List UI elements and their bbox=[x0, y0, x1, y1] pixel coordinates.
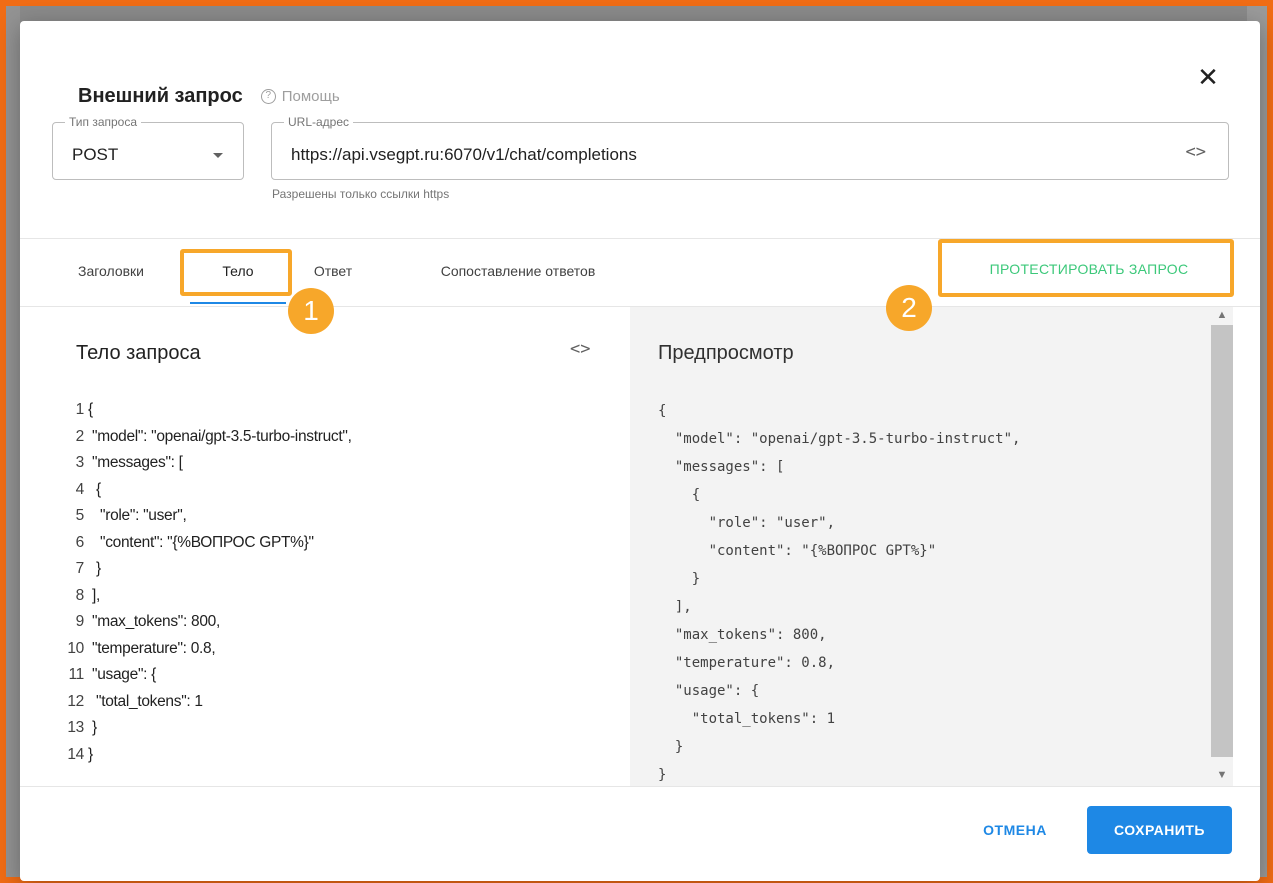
code-line: 3 "messages": [ bbox=[54, 450, 352, 477]
code-icon[interactable]: <> bbox=[1186, 142, 1206, 162]
url-input[interactable]: URL-адрес https://api.vsegpt.ru:6070/v1/… bbox=[271, 115, 1229, 180]
preview-line: "model": "openai/gpt-3.5-turbo-instruct"… bbox=[658, 431, 1021, 447]
help-link[interactable]: ? Помощь bbox=[260, 87, 340, 105]
active-tab-indicator bbox=[190, 302, 286, 304]
code-line: 12 "total_tokens": 1 bbox=[54, 689, 352, 716]
code-line: 5 "role": "user", bbox=[54, 503, 352, 530]
line-number: 13 bbox=[67, 719, 84, 736]
help-icon: ? bbox=[260, 88, 276, 104]
request-body-editor[interactable]: Тело запроса <> 1{ 2 "model": "openai/gp… bbox=[20, 307, 630, 786]
preview-line: { bbox=[658, 403, 667, 419]
preview-line: "usage": { bbox=[658, 683, 760, 699]
code-line: 7 } bbox=[54, 556, 352, 583]
preview-line: } bbox=[658, 767, 667, 783]
close-icon[interactable]: ✕ bbox=[1192, 61, 1224, 93]
code-line: 1{ bbox=[54, 397, 352, 424]
preview-line: } bbox=[658, 571, 701, 587]
preview-scrollbar[interactable]: ▲ ▼ bbox=[1211, 307, 1233, 786]
url-label: URL-адрес bbox=[284, 115, 354, 129]
line-text: { bbox=[88, 480, 101, 498]
line-text: "model": "openai/gpt-3.5-turbo-instruct"… bbox=[88, 427, 352, 445]
code-icon[interactable]: <> bbox=[570, 339, 590, 359]
background-left-strip bbox=[6, 6, 20, 877]
line-text: } bbox=[88, 719, 97, 736]
line-text: "max_tokens": 800, bbox=[88, 613, 220, 630]
preview-lines: { "model": "openai/gpt-3.5-turbo-instruc… bbox=[658, 397, 1020, 789]
annotation-badge-1: 1 bbox=[288, 288, 334, 334]
line-number: 3 bbox=[75, 454, 85, 471]
line-text: "total_tokens": 1 bbox=[88, 692, 203, 710]
line-number: 6 bbox=[75, 533, 85, 551]
dialog-title: Внешний запрос bbox=[78, 84, 243, 107]
code-line: 11 "usage": { bbox=[54, 662, 352, 689]
footer-divider bbox=[20, 786, 1260, 787]
line-number: 8 bbox=[75, 586, 85, 604]
code-line: 14} bbox=[54, 742, 352, 769]
code-line: 9 "max_tokens": 800, bbox=[54, 609, 352, 636]
help-label: Помощь bbox=[281, 87, 340, 105]
preview-line: "messages": [ bbox=[658, 459, 785, 475]
line-text: "role": "user", bbox=[88, 507, 187, 524]
scrollbar-thumb[interactable] bbox=[1211, 325, 1233, 757]
line-text: ], bbox=[88, 586, 101, 604]
line-number: 9 bbox=[75, 613, 85, 630]
save-button[interactable]: СОХРАНИТЬ bbox=[1087, 806, 1232, 854]
code-line: 13 } bbox=[54, 715, 352, 742]
editor-title: Тело запроса bbox=[76, 342, 201, 364]
line-number: 2 bbox=[75, 427, 85, 445]
line-text: { bbox=[88, 401, 93, 418]
code-lines[interactable]: 1{ 2 "model": "openai/gpt-3.5-turbo-inst… bbox=[54, 397, 352, 768]
line-text: "temperature": 0.8, bbox=[88, 639, 216, 657]
scroll-down-icon[interactable]: ▼ bbox=[1211, 769, 1233, 781]
external-request-dialog: Внешний запрос ? Помощь ✕ Тип запроса PO… bbox=[20, 21, 1260, 881]
code-line: 8 ], bbox=[54, 583, 352, 610]
code-line: 2 "model": "openai/gpt-3.5-turbo-instruc… bbox=[54, 424, 352, 451]
highlight-box-body-tab bbox=[180, 249, 292, 296]
preview-title: Предпросмотр bbox=[658, 342, 794, 364]
line-number: 7 bbox=[75, 560, 85, 577]
request-type-select[interactable]: Тип запроса POST bbox=[52, 115, 244, 180]
line-number: 4 bbox=[75, 480, 85, 498]
line-number: 11 bbox=[68, 666, 85, 683]
preview-line: "content": "{%ВОПРОС GPT%}" bbox=[658, 543, 937, 559]
preview-line: ], bbox=[658, 599, 692, 615]
preview-line: } bbox=[658, 739, 684, 755]
preview-line: "role": "user", bbox=[658, 515, 836, 531]
code-line: 10 "temperature": 0.8, bbox=[54, 636, 352, 663]
code-line: 6 "content": "{%ВОПРОС GPT%}" bbox=[54, 530, 352, 557]
cancel-button[interactable]: ОТМЕНА bbox=[965, 806, 1065, 854]
preview-line: { bbox=[658, 487, 701, 503]
dialog-header: Внешний запрос ? Помощь bbox=[78, 83, 340, 109]
dropdown-arrow-icon bbox=[213, 153, 223, 158]
line-text: } bbox=[88, 745, 93, 763]
line-number: 5 bbox=[75, 507, 85, 524]
line-text: } bbox=[88, 560, 101, 577]
line-number: 14 bbox=[67, 745, 84, 763]
line-number: 1 bbox=[75, 401, 85, 418]
preview-pane: Предпросмотр { "model": "openai/gpt-3.5-… bbox=[630, 307, 1233, 786]
line-text: "content": "{%ВОПРОС GPT%}" bbox=[88, 533, 314, 551]
line-number: 12 bbox=[67, 692, 84, 710]
preview-line: "max_tokens": 800, bbox=[658, 627, 827, 643]
request-type-label: Тип запроса bbox=[65, 115, 142, 129]
url-hint: Разрешены только ссылки https bbox=[272, 187, 450, 201]
request-type-value: POST bbox=[72, 145, 119, 164]
preview-line: "temperature": 0.8, bbox=[658, 655, 836, 671]
line-text: "usage": { bbox=[88, 666, 157, 683]
scroll-up-icon[interactable]: ▲ bbox=[1211, 309, 1233, 321]
preview-line: "total_tokens": 1 bbox=[658, 711, 836, 727]
highlight-box-test-button bbox=[938, 239, 1234, 297]
code-line: 4 { bbox=[54, 477, 352, 504]
url-value[interactable]: https://api.vsegpt.ru:6070/v1/chat/compl… bbox=[291, 145, 637, 165]
line-number: 10 bbox=[67, 639, 84, 657]
annotation-badge-2: 2 bbox=[886, 285, 932, 331]
line-text: "messages": [ bbox=[88, 454, 183, 471]
